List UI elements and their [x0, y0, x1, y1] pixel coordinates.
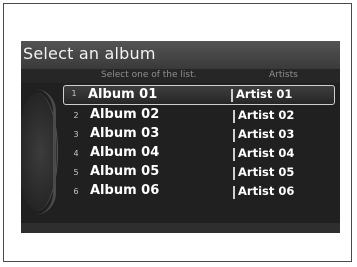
album-name: Album 05 [90, 164, 160, 179]
list-subheader: Select one of the list. Artists [21, 69, 340, 83]
album-list: 1 Album 01 Artist 01 2 Album 02 Artist 0… [21, 83, 340, 223]
album-list-item-3[interactable]: 3 Album 03 Artist 03 [66, 126, 331, 144]
item-index: 2 [73, 111, 79, 120]
column-divider [233, 148, 235, 161]
item-index: 6 [73, 187, 79, 196]
item-index: 4 [73, 149, 79, 158]
artist-name: Artist 01 [236, 87, 293, 101]
album-list-item-4[interactable]: 4 Album 04 Artist 04 [66, 145, 331, 163]
artist-name: Artist 03 [238, 127, 295, 141]
artist-name: Artist 06 [238, 184, 295, 198]
album-list-item-6[interactable]: 6 Album 06 Artist 06 [66, 183, 331, 201]
selector-dial-rim [35, 89, 56, 215]
sort-by-artists-button[interactable]: Artists [269, 70, 298, 80]
column-divider [233, 167, 235, 180]
nav-screen: Select an album Select one of the list. … [21, 41, 340, 233]
item-index: 5 [73, 168, 79, 177]
bottom-band [21, 223, 340, 233]
album-name: Album 02 [90, 107, 160, 122]
item-index: 3 [73, 130, 79, 139]
column-divider [233, 129, 235, 142]
artist-name: Artist 04 [238, 146, 295, 160]
item-index: 1 [71, 89, 77, 98]
title-bar: Select an album [21, 41, 340, 69]
album-name: Album 01 [88, 87, 158, 102]
column-divider [233, 110, 235, 123]
column-divider [231, 89, 233, 102]
album-list-item-2[interactable]: 2 Album 02 Artist 02 [66, 107, 331, 125]
page-title: Select an album [23, 44, 156, 63]
album-list-item-1[interactable]: 1 Album 01 Artist 01 [63, 85, 335, 105]
artist-name: Artist 05 [238, 165, 295, 179]
artist-name: Artist 02 [238, 108, 295, 122]
figure-frame: Select an album Select one of the list. … [3, 3, 352, 262]
album-name: Album 06 [90, 183, 160, 198]
column-divider [233, 186, 235, 199]
album-name: Album 03 [90, 126, 160, 141]
album-name: Album 04 [90, 145, 160, 160]
instruction-text: Select one of the list. [101, 70, 197, 80]
album-list-item-5[interactable]: 5 Album 05 Artist 05 [66, 164, 331, 182]
